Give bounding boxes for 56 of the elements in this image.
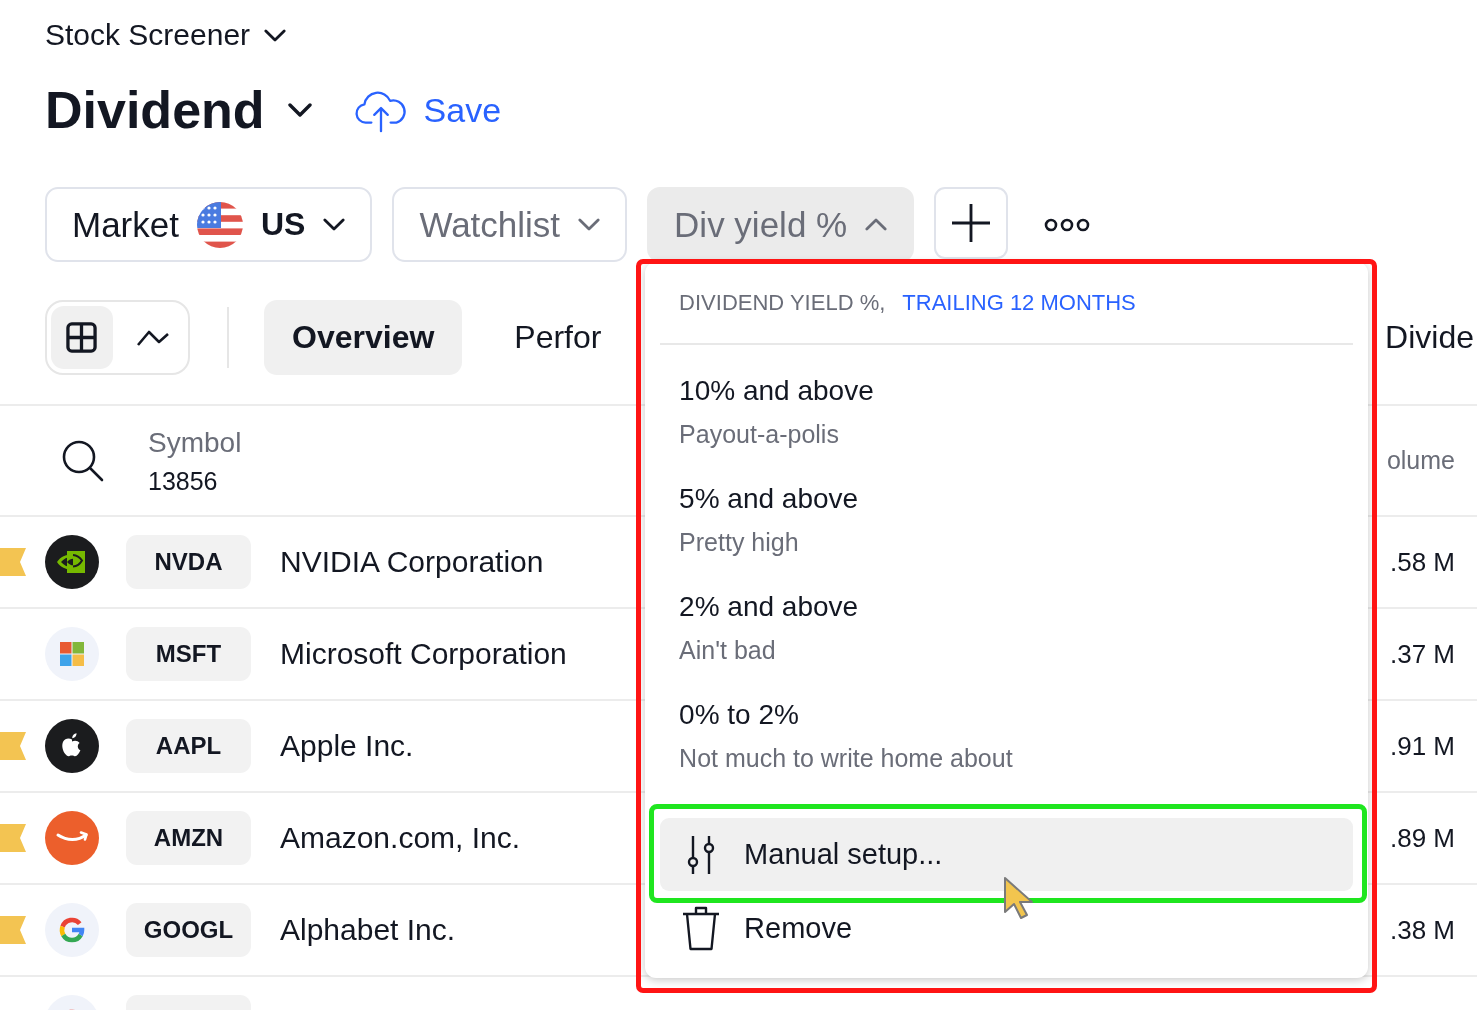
company-name: Apple Inc. <box>280 729 414 763</box>
search-button[interactable] <box>62 439 104 482</box>
column-header: olume <box>1386 446 1455 475</box>
plus-icon <box>952 204 991 242</box>
volume-value: .91 M <box>1389 730 1455 762</box>
company-name: Amazon.com, Inc. <box>280 821 521 855</box>
chevron-down-icon <box>287 103 312 117</box>
volume-value: .38 M <box>1389 914 1455 946</box>
add-filter-button[interactable] <box>934 187 1009 259</box>
line-chart-icon <box>137 328 170 347</box>
search-icon <box>62 439 104 482</box>
more-button[interactable] <box>1044 217 1091 232</box>
screener-menu-button[interactable]: Stock Screener <box>45 14 287 56</box>
eye-logo-icon <box>45 535 99 589</box>
flag-icon <box>196 201 243 248</box>
symbol-count: 13856 <box>148 465 219 497</box>
column-header: Symbol <box>148 425 242 460</box>
chevron-up-icon <box>865 218 888 231</box>
tab[interactable]: Overview <box>264 300 463 375</box>
preset-option[interactable]: 2% and above Ain't bad <box>660 574 1354 682</box>
four-squares-icon <box>45 627 99 681</box>
filter-dropdown[interactable]: Div yield % <box>647 187 915 262</box>
ticker-badge[interactable]: MSFT <box>126 627 251 681</box>
preset-option[interactable]: 10% and above Payout-a-polis <box>660 358 1354 466</box>
ticker-badge[interactable]: AMZN <box>126 811 251 865</box>
period-link[interactable]: TRAILING 12 MONTHS <box>902 289 1136 316</box>
ticker-badge[interactable]: GOOGL <box>126 903 251 957</box>
tab[interactable]: Divide <box>1385 300 1474 375</box>
volume-value: .58 M <box>1389 546 1455 578</box>
chevron-down-icon <box>578 218 601 231</box>
chevron-down-icon <box>264 28 287 42</box>
more-icon <box>1044 217 1091 232</box>
ticker-badge[interactable]: NVDA <box>126 535 251 589</box>
tab[interactable]: Perfor <box>486 300 630 375</box>
apple-icon <box>45 719 99 773</box>
trash-icon <box>682 905 721 951</box>
preset-option[interactable]: 0% to 2% Not much to write home about <box>660 682 1354 790</box>
company-name: Microsoft Corporation <box>280 637 567 671</box>
table-view-button[interactable] <box>51 306 113 369</box>
screen-name-menu[interactable]: Dividend <box>45 80 312 140</box>
ticker-badge[interactable]: AAPL <box>126 719 251 773</box>
company-name: NVIDIA Corporation <box>280 545 544 579</box>
g-letter-icon <box>45 903 99 957</box>
sliders-icon <box>687 834 716 875</box>
menu-heading: DIVIDEND YIELD %, <box>679 289 886 316</box>
pointer-cursor-icon <box>1003 876 1034 920</box>
chevron-down-icon <box>323 218 346 231</box>
save-button[interactable]: Save <box>353 87 502 133</box>
table-icon <box>66 322 98 353</box>
menu-item[interactable]: Remove <box>660 891 1354 965</box>
volume-value: .37 M <box>1389 638 1455 670</box>
preset-option[interactable]: 5% and above Pretty high <box>660 466 1354 574</box>
filter-dropdown[interactable]: Market US <box>45 187 373 262</box>
filter-dropdown[interactable]: Watchlist <box>392 187 628 262</box>
company-name: Alphabet Inc. <box>280 913 456 947</box>
volume-value: .89 M <box>1389 822 1455 854</box>
